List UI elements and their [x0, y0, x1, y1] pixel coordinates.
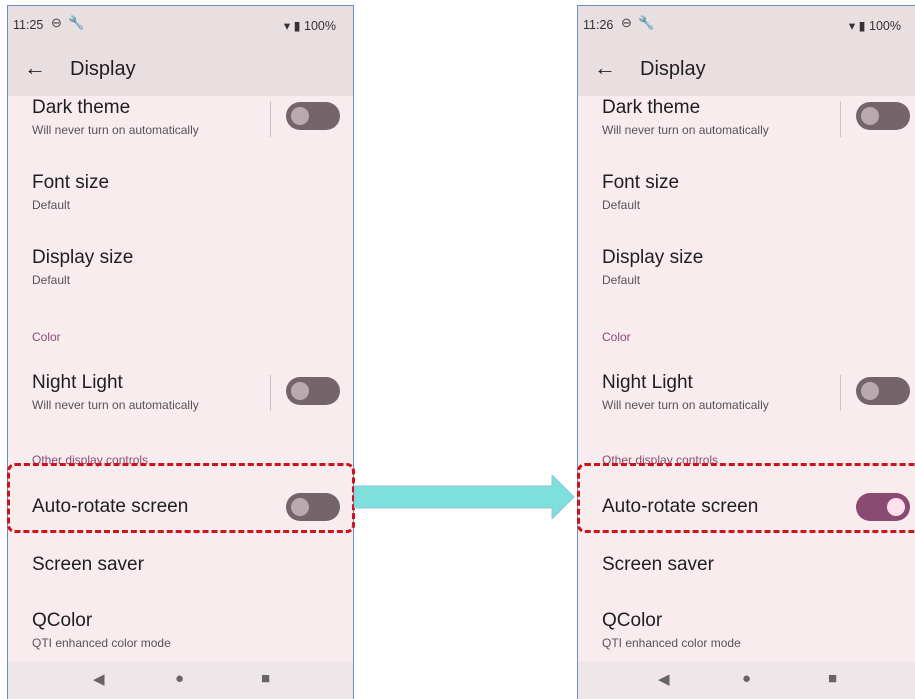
toggle-knob — [861, 107, 879, 125]
navigation-bar: ◀ ● ■ — [8, 661, 353, 699]
wifi-icon: ▾ — [283, 19, 291, 33]
setting-label: Dark theme — [32, 97, 131, 118]
divider — [270, 101, 271, 137]
page-title: Display — [640, 58, 706, 80]
status-time: 11:25 — [13, 18, 44, 32]
setting-label: Night Light — [602, 372, 693, 393]
setting-summary: QTI enhanced color mode — [32, 636, 171, 650]
transition-arrow-icon — [354, 475, 575, 519]
toggle-knob — [291, 382, 309, 400]
status-right: ▾ ▮ 100% — [849, 18, 901, 33]
setting-display-size[interactable]: Display size Default — [602, 247, 703, 287]
setting-label: Screen saver — [602, 554, 714, 575]
setting-summary: Will never turn on automatically — [32, 398, 199, 412]
section-header-color: Color — [32, 330, 61, 344]
setting-qcolor[interactable]: QColor QTI enhanced color mode — [32, 610, 171, 650]
divider — [270, 375, 271, 411]
status-time: 11:26 — [583, 18, 614, 32]
phone-screen-before: 11:25 ⊖ 🔧 ▾ ▮ 100% ← Display Dark theme … — [7, 5, 354, 699]
setting-summary: Will never turn on automatically — [602, 123, 769, 137]
status-bar: 11:25 ⊖ 🔧 ▾ ▮ 100% — [8, 6, 353, 42]
setting-screen-saver[interactable]: Screen saver — [32, 554, 144, 576]
setting-font-size[interactable]: Font size Default — [32, 172, 109, 212]
setting-summary: Default — [602, 198, 641, 212]
wrench-icon: 🔧 — [68, 15, 85, 30]
back-arrow-icon[interactable]: ← — [594, 55, 616, 81]
navigation-bar: ◀ ● ■ — [578, 661, 915, 699]
battery-percent: 100% — [304, 19, 336, 33]
battery-percent: 100% — [869, 19, 901, 33]
setting-label: Dark theme — [602, 97, 701, 118]
status-right: ▾ ▮ 100% — [284, 18, 336, 33]
phone-screen-after: 11:26 ⊖ 🔧 ▾ ▮ 100% ← Display Dark theme … — [577, 5, 915, 699]
dark-theme-toggle[interactable] — [286, 102, 340, 130]
app-bar: ← Display — [8, 42, 353, 96]
night-light-toggle[interactable] — [856, 377, 910, 405]
setting-label: Display size — [32, 247, 134, 268]
setting-dark-theme[interactable]: Dark theme Will never turn on automatica… — [602, 97, 769, 137]
setting-label: QColor — [32, 610, 93, 631]
setting-summary: QTI enhanced color mode — [602, 636, 741, 650]
setting-summary: Default — [602, 273, 641, 287]
night-light-toggle[interactable] — [286, 377, 340, 405]
status-bar: 11:26 ⊖ 🔧 ▾ ▮ 100% — [578, 6, 915, 42]
toggle-knob — [861, 382, 879, 400]
setting-label: Screen saver — [32, 554, 144, 575]
setting-night-light[interactable]: Night Light Will never turn on automatic… — [602, 372, 769, 412]
highlight-box-after — [577, 463, 915, 533]
wrench-icon: 🔧 — [638, 15, 655, 30]
setting-label: Font size — [602, 172, 680, 193]
dark-theme-toggle[interactable] — [856, 102, 910, 130]
nav-back-icon[interactable]: ◀ — [658, 670, 670, 688]
setting-screen-saver[interactable]: Screen saver — [602, 554, 714, 576]
app-bar: ← Display — [578, 42, 915, 96]
nav-back-icon[interactable]: ◀ — [93, 670, 105, 688]
highlight-box-before — [7, 463, 355, 533]
sim-icon: ⊖ — [51, 15, 62, 30]
setting-label: Night Light — [32, 372, 123, 393]
setting-label: Font size — [32, 172, 110, 193]
settings-list: Dark theme Will never turn on automatica… — [578, 96, 915, 671]
settings-list: Dark theme Will never turn on automatica… — [8, 96, 353, 671]
setting-night-light[interactable]: Night Light Will never turn on automatic… — [32, 372, 199, 412]
nav-recents-icon[interactable]: ■ — [828, 670, 837, 687]
setting-qcolor[interactable]: QColor QTI enhanced color mode — [602, 610, 741, 650]
setting-summary: Default — [32, 273, 71, 287]
setting-summary: Will never turn on automatically — [602, 398, 769, 412]
toggle-knob — [291, 107, 309, 125]
setting-font-size[interactable]: Font size Default — [602, 172, 679, 212]
back-arrow-icon[interactable]: ← — [24, 55, 46, 81]
setting-summary: Will never turn on automatically — [32, 123, 199, 137]
section-header-color: Color — [602, 330, 631, 344]
setting-summary: Default — [32, 198, 71, 212]
setting-dark-theme[interactable]: Dark theme Will never turn on automatica… — [32, 97, 199, 137]
setting-label: Display size — [602, 247, 704, 268]
setting-display-size[interactable]: Display size Default — [32, 247, 133, 287]
battery-icon: ▮ — [858, 19, 866, 33]
sim-icon: ⊖ — [621, 15, 632, 30]
battery-icon: ▮ — [293, 19, 301, 33]
divider — [840, 375, 841, 411]
page-title: Display — [70, 58, 136, 80]
nav-home-icon[interactable]: ● — [742, 670, 751, 687]
nav-recents-icon[interactable]: ■ — [261, 670, 270, 687]
setting-label: QColor — [602, 610, 663, 631]
wifi-icon: ▾ — [848, 19, 856, 33]
nav-home-icon[interactable]: ● — [175, 670, 184, 687]
divider — [840, 101, 841, 137]
